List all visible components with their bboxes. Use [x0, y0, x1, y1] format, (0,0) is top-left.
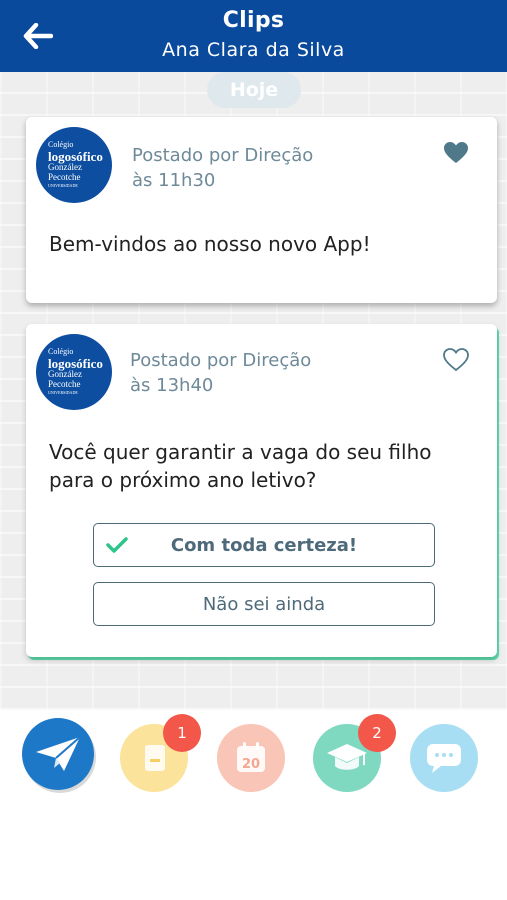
post-message: Bem-vindos ao nosso novo App! [49, 232, 371, 256]
post-card-poll: Colégio logosófico González Pecotche UNI… [26, 324, 497, 657]
post-time: às 13h40 [130, 375, 214, 396]
post-meta: Postado por Direção às 13h40 [130, 348, 311, 398]
post-message: Você quer garantir a vaga do seu filho p… [49, 440, 432, 492]
post-card: Colégio logosófico González Pecotche UNI… [26, 117, 497, 303]
poll-option-label: Não sei ainda [202, 593, 326, 615]
school-logo: Colégio logosófico González Pecotche UNI… [36, 334, 112, 410]
calendar-icon: 20 [237, 742, 265, 772]
tab-calendar[interactable]: 20 [217, 724, 285, 792]
poll-option-label: Com toda certeza! [170, 534, 358, 556]
post-time: às 11h30 [132, 170, 216, 191]
poll-option-unsure[interactable]: Não sei ainda [93, 582, 435, 626]
day-separator: Hoje [207, 72, 301, 108]
page-title: Clips [222, 8, 285, 33]
heart-outline-icon[interactable] [443, 348, 469, 372]
notification-badge: 1 [163, 714, 201, 752]
post-author: Postado por Direção [132, 145, 314, 166]
poll-option-yes[interactable]: Com toda certeza! [93, 523, 435, 567]
app-header: Clips Ana Clara da Silva [0, 0, 507, 72]
paper-plane-icon [36, 736, 81, 771]
chat-bubble-icon [427, 744, 461, 773]
post-meta: Postado por Direção às 11h30 [132, 143, 313, 193]
tab-messages[interactable] [410, 724, 478, 792]
calendar-day: 20 [242, 757, 260, 772]
heart-filled-icon[interactable] [443, 141, 469, 165]
tab-clips[interactable] [22, 718, 94, 790]
checkmark-icon [106, 537, 128, 553]
notebook-icon [145, 745, 165, 771]
clips-feed[interactable]: Hoje Colégio logosófico González Pecotch… [0, 72, 507, 710]
bottom-tab-bar: 1 20 2 [0, 710, 507, 900]
post-author: Postado por Direção [130, 350, 312, 371]
school-logo: Colégio logosófico González Pecotche UNI… [36, 127, 112, 203]
notification-badge: 2 [358, 714, 396, 752]
student-name: Ana Clara da Silva [162, 39, 345, 61]
